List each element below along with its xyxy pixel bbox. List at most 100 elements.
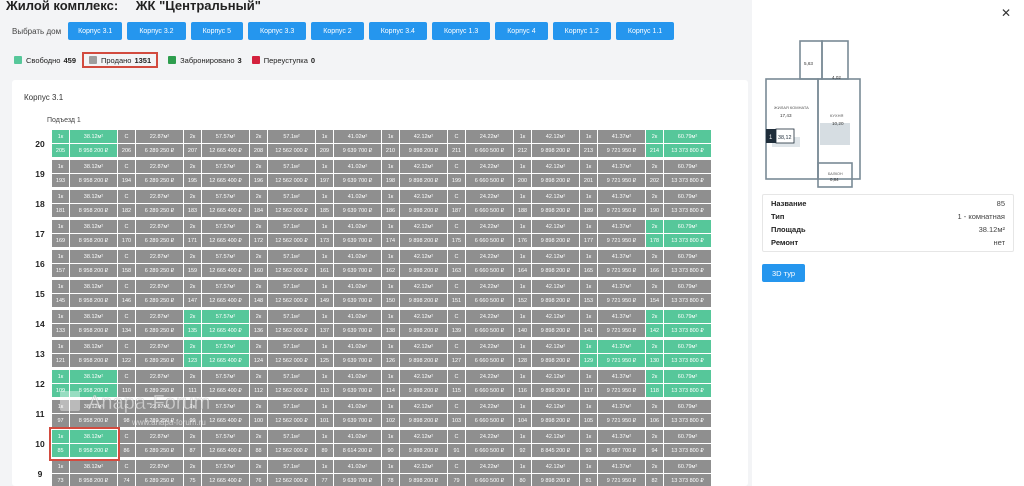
- apartment-cell[interactable]: С 22.87м² 182 6 289 250 ₽: [118, 190, 183, 218]
- house-button[interactable]: Корпус 3.2: [127, 22, 186, 40]
- apartment-cell[interactable]: С 24.22м² 211 6 660 500 ₽: [448, 130, 513, 158]
- apartment-cell[interactable]: 2к 57.57м² 87 12 665 400 ₽: [184, 430, 249, 458]
- apartment-cell[interactable]: 2к 60.79м² 130 13 373 800 ₽: [646, 340, 711, 368]
- apartment-cell[interactable]: 2к 60.79м² 154 13 373 800 ₽: [646, 280, 711, 308]
- apartment-cell[interactable]: 2к 57.1м² 208 12 562 000 ₽: [250, 130, 315, 158]
- apartment-cell[interactable]: С 24.22м² 175 6 660 500 ₽: [448, 220, 513, 248]
- apartment-cell[interactable]: 1к 38.12м² 133 8 958 200 ₽: [52, 310, 117, 338]
- apartment-cell[interactable]: 2к 60.79м² 82 13 373 800 ₽: [646, 460, 711, 486]
- apartment-cell[interactable]: 1к 38.12м² 121 8 958 200 ₽: [52, 340, 117, 368]
- house-button[interactable]: Корпус 5: [190, 22, 244, 40]
- apartment-cell[interactable]: С 24.22м² 103 6 660 500 ₽: [448, 400, 513, 428]
- apartment-cell[interactable]: 1к 41.37м² 129 9 721 950 ₽: [580, 340, 645, 368]
- apartment-cell[interactable]: С 22.87м² 86 6 289 250 ₽: [118, 430, 183, 458]
- apartment-cell[interactable]: 1к 41.02м² 125 9 639 700 ₽: [316, 340, 381, 368]
- apartment-cell[interactable]: 2к 57.57м² 183 12 665 400 ₽: [184, 190, 249, 218]
- apartment-cell[interactable]: С 22.87м² 146 6 289 250 ₽: [118, 280, 183, 308]
- apartment-cell[interactable]: 1к 41.02м² 173 9 639 700 ₽: [316, 220, 381, 248]
- apartment-cell[interactable]: С 22.87м² 158 6 289 250 ₽: [118, 250, 183, 278]
- apartment-cell[interactable]: 1к 41.37м² 201 9 721 950 ₽: [580, 160, 645, 188]
- apartment-cell[interactable]: 1к 42.12м² 200 9 898 200 ₽: [514, 160, 579, 188]
- apartment-cell[interactable]: 2к 57.1м² 184 12 562 000 ₽: [250, 190, 315, 218]
- apartment-cell[interactable]: С 22.87м² 134 6 289 250 ₽: [118, 310, 183, 338]
- apartment-cell[interactable]: 2к 57.57м² 207 12 665 400 ₽: [184, 130, 249, 158]
- apartment-cell[interactable]: 1к 42.12м² 128 9 898 200 ₽: [514, 340, 579, 368]
- apartment-cell[interactable]: 1к 38.12м² 109 8 958 200 ₽: [52, 370, 117, 398]
- apartment-cell[interactable]: 1к 38.12м² 205 8 958 200 ₽: [52, 130, 117, 158]
- apartment-cell[interactable]: С 22.87м² 74 6 289 250 ₽: [118, 460, 183, 486]
- house-button[interactable]: Корпус 3.1: [68, 22, 123, 40]
- apartment-cell[interactable]: 1к 41.37м² 213 9 721 950 ₽: [580, 130, 645, 158]
- apartment-cell[interactable]: 2к 57.1м² 112 12 562 000 ₽: [250, 370, 315, 398]
- apartment-cell[interactable]: 1к 38.12м² 193 8 958 200 ₽: [52, 160, 117, 188]
- apartment-cell[interactable]: С 24.22м² 91 6 660 500 ₽: [448, 430, 513, 458]
- apartment-cell[interactable]: 2к 57.57м² 147 12 665 400 ₽: [184, 280, 249, 308]
- apartment-cell[interactable]: 2к 57.1м² 196 12 562 000 ₽: [250, 160, 315, 188]
- apartment-cell[interactable]: С 24.22м² 187 6 660 500 ₽: [448, 190, 513, 218]
- legend-item[interactable]: Свободно 459: [14, 52, 76, 68]
- apartment-cell[interactable]: С 24.22м² 115 6 660 500 ₽: [448, 370, 513, 398]
- house-button[interactable]: Корпус 2: [311, 22, 364, 40]
- apartment-cell[interactable]: С 22.87м² 194 6 289 250 ₽: [118, 160, 183, 188]
- apartment-cell[interactable]: С 24.22м² 199 6 660 500 ₽: [448, 160, 513, 188]
- apartment-cell[interactable]: 1к 38.12м² 169 8 958 200 ₽: [52, 220, 117, 248]
- apartment-cell[interactable]: 1к 42.12м² 174 9 898 200 ₽: [382, 220, 447, 248]
- apartment-cell[interactable]: 1к 41.02м² 161 9 639 700 ₽: [316, 250, 381, 278]
- apartment-cell[interactable]: 2к 57.1м² 172 12 562 000 ₽: [250, 220, 315, 248]
- apartment-cell[interactable]: С 24.22м² 139 6 660 500 ₽: [448, 310, 513, 338]
- apartment-cell[interactable]: 1к 41.37м² 105 9 721 950 ₽: [580, 400, 645, 428]
- apartment-cell[interactable]: 2к 57.1м² 124 12 562 000 ₽: [250, 340, 315, 368]
- apartment-cell[interactable]: 1к 42.12м² 80 9 898 200 ₽: [514, 460, 579, 486]
- apartment-cell[interactable]: 2к 57.57м² 159 12 665 400 ₽: [184, 250, 249, 278]
- apartment-cell[interactable]: 1к 38.12м² 181 8 958 200 ₽: [52, 190, 117, 218]
- apartment-cell[interactable]: 1к 41.37м² 177 9 721 950 ₽: [580, 220, 645, 248]
- apartment-cell[interactable]: 1к 42.12м² 164 9 898 200 ₽: [514, 250, 579, 278]
- apartment-cell[interactable]: 2к 57.1м² 88 12 562 000 ₽: [250, 430, 315, 458]
- apartment-cell[interactable]: 1к 42.12м² 152 9 898 200 ₽: [514, 280, 579, 308]
- apartment-cell[interactable]: 1к 42.12м² 78 9 898 200 ₽: [382, 460, 447, 486]
- apartment-cell[interactable]: 2к 57.1м² 100 12 562 000 ₽: [250, 400, 315, 428]
- apartment-cell[interactable]: 2к 60.79м² 214 13 373 800 ₽: [646, 130, 711, 158]
- apartment-cell[interactable]: С 22.87м² 98 6 289 250 ₽: [118, 400, 183, 428]
- house-button[interactable]: Корпус 1.3: [431, 22, 491, 40]
- apartment-cell[interactable]: 1к 41.02м² 137 9 639 700 ₽: [316, 310, 381, 338]
- apartment-cell[interactable]: 2к 57.1м² 76 12 562 000 ₽: [250, 460, 315, 486]
- apartment-cell[interactable]: 1к 42.12м² 150 9 898 200 ₽: [382, 280, 447, 308]
- apartment-cell[interactable]: 1к 42.12м² 210 9 898 200 ₽: [382, 130, 447, 158]
- apartment-cell[interactable]: 1к 41.02м² 149 9 639 700 ₽: [316, 280, 381, 308]
- apartment-cell[interactable]: 2к 57.57м² 111 12 665 400 ₽: [184, 370, 249, 398]
- apartment-cell[interactable]: 1к 42.12м² 102 9 898 200 ₽: [382, 400, 447, 428]
- apartment-cell[interactable]: 1к 38.12м² 85 8 958 200 ₽: [52, 430, 117, 458]
- apartment-cell[interactable]: 1к 38.12м² 157 8 958 200 ₽: [52, 250, 117, 278]
- house-button[interactable]: Корпус 1.2: [552, 22, 611, 40]
- apartment-cell[interactable]: 2к 60.79м² 118 13 373 800 ₽: [646, 370, 711, 398]
- apartment-cell[interactable]: 1к 42.12м² 126 9 898 200 ₽: [382, 340, 447, 368]
- apartment-cell[interactable]: С 22.87м² 206 6 289 250 ₽: [118, 130, 183, 158]
- apartment-cell[interactable]: 1к 42.12м² 162 9 898 200 ₽: [382, 250, 447, 278]
- close-icon[interactable]: ✕: [1000, 7, 1012, 19]
- apartment-cell[interactable]: 2к 60.79м² 166 13 373 800 ₽: [646, 250, 711, 278]
- apartment-cell[interactable]: 2к 60.79м² 190 13 373 800 ₽: [646, 190, 711, 218]
- apartment-cell[interactable]: С 24.22м² 127 6 660 500 ₽: [448, 340, 513, 368]
- apartment-cell[interactable]: 1к 41.37м² 141 9 721 950 ₽: [580, 310, 645, 338]
- apartment-cell[interactable]: 2к 60.79м² 142 13 373 800 ₽: [646, 310, 711, 338]
- apartment-cell[interactable]: 2к 57.57м² 171 12 665 400 ₽: [184, 220, 249, 248]
- apartment-cell[interactable]: 2к 57.57м² 99 12 665 400 ₽: [184, 400, 249, 428]
- house-button[interactable]: Корпус 3.4: [368, 22, 427, 40]
- apartment-cell[interactable]: 1к 41.02м² 101 9 639 700 ₽: [316, 400, 381, 428]
- apartment-cell[interactable]: С 24.22м² 79 6 660 500 ₽: [448, 460, 513, 486]
- apartment-cell[interactable]: 1к 42.12м² 138 9 898 200 ₽: [382, 310, 447, 338]
- apartment-cell[interactable]: 1к 42.12м² 104 9 898 200 ₽: [514, 400, 579, 428]
- apartment-cell[interactable]: 2к 60.79м² 178 13 373 800 ₽: [646, 220, 711, 248]
- apartment-cell[interactable]: 2к 60.79м² 202 13 373 800 ₽: [646, 160, 711, 188]
- apartment-cell[interactable]: С 24.22м² 163 6 660 500 ₽: [448, 250, 513, 278]
- legend-item[interactable]: Переуступка 0: [251, 52, 315, 68]
- apartment-cell[interactable]: 1к 41.37м² 117 9 721 950 ₽: [580, 370, 645, 398]
- apartment-cell[interactable]: С 22.87м² 110 6 289 250 ₽: [118, 370, 183, 398]
- 3d-tour-button[interactable]: 3D тур: [762, 264, 806, 282]
- apartment-cell[interactable]: 2к 57.57м² 135 12 665 400 ₽: [184, 310, 249, 338]
- apartment-cell[interactable]: 1к 38.12м² 73 8 958 200 ₽: [52, 460, 117, 486]
- apartment-cell[interactable]: 2к 57.1м² 160 12 562 000 ₽: [250, 250, 315, 278]
- apartment-cell[interactable]: 1к 41.02м² 113 9 639 700 ₽: [316, 370, 381, 398]
- apartment-cell[interactable]: 1к 41.37м² 153 9 721 950 ₽: [580, 280, 645, 308]
